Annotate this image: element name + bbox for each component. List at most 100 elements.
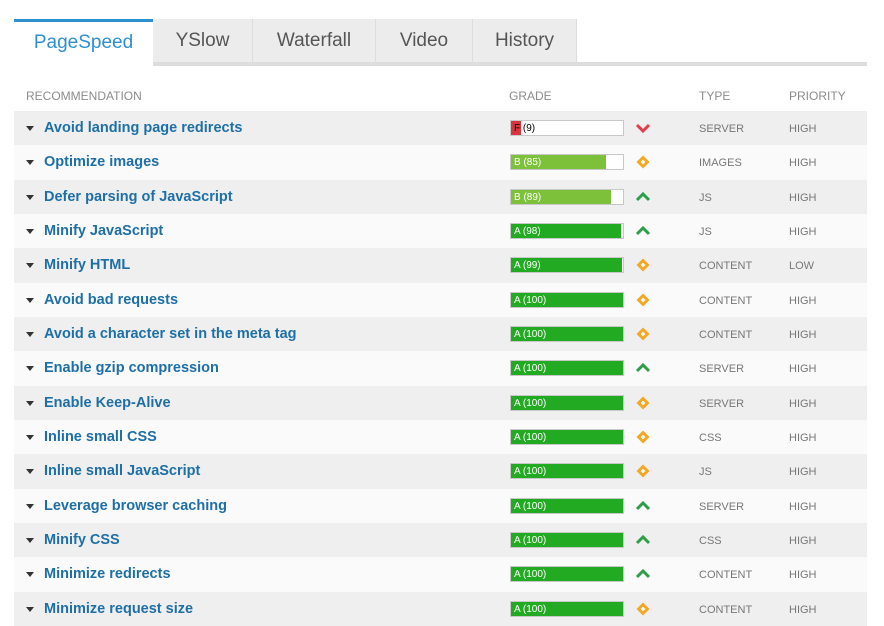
expand-caret-icon[interactable] [26, 572, 34, 578]
priority-cell: HIGH [789, 157, 817, 170]
diamond-icon [635, 395, 651, 411]
grade-bar: A (100) [510, 463, 624, 480]
table-row[interactable]: Minimize request size A (100) CONTENT HIGH [14, 591, 867, 626]
expand-caret-icon[interactable] [26, 194, 34, 200]
table-row[interactable]: Optimize images B (85) IMAGES HIGH [14, 145, 867, 180]
recommendation-link[interactable]: Minify CSS [44, 532, 120, 548]
table-row[interactable]: Inline small CSS A (100) CSS HIGH [14, 419, 867, 455]
table-row[interactable]: Avoid a character set in the meta tag A (… [14, 316, 867, 352]
grade-label: A (100) [514, 500, 547, 512]
recommendation-link[interactable]: Optimize images [44, 154, 159, 170]
grade-label: A (100) [514, 569, 547, 581]
priority-cell: HIGH [789, 603, 817, 616]
grade-bar: A (100) [510, 325, 624, 342]
recommendation-link[interactable]: Avoid a character set in the meta tag [44, 326, 297, 342]
type-cell: CONTENT [699, 603, 753, 616]
table-row[interactable]: Avoid bad requests A (100) CONTENT HIGH [14, 282, 867, 317]
table-row[interactable]: Minify CSS A (100) CSS HIGH [14, 522, 867, 558]
type-cell: CONTENT [699, 328, 753, 341]
expand-caret-icon[interactable] [26, 469, 34, 475]
recommendation-link[interactable]: Enable Keep-Alive [44, 395, 171, 411]
table-row[interactable]: Enable gzip compression A (100) SERVER HIGH [14, 351, 867, 386]
grade-bar: A (100) [510, 566, 624, 583]
type-cell: CONTENT [699, 260, 753, 273]
priority-cell: HIGH [789, 328, 817, 341]
expand-caret-icon[interactable] [26, 263, 34, 269]
grade-bar: A (100) [510, 531, 624, 548]
diamond-icon [635, 257, 651, 273]
table-header: RECOMMENDATION GRADE TYPE PRIORITY [14, 86, 867, 106]
recommendation-link[interactable]: Avoid bad requests [44, 292, 178, 308]
column-recommendation[interactable]: RECOMMENDATION [26, 89, 142, 103]
type-cell: SERVER [699, 363, 745, 376]
expand-caret-icon[interactable] [26, 297, 34, 303]
diamond-icon [635, 463, 651, 479]
grade-bar: A (100) [510, 291, 624, 308]
type-cell: CSS [699, 534, 722, 547]
grade-label: A (100) [514, 466, 547, 478]
recommendation-link[interactable]: Enable gzip compression [44, 360, 219, 376]
expand-caret-icon[interactable] [26, 228, 34, 234]
tab-video[interactable]: Video [376, 19, 473, 63]
type-cell: JS [699, 466, 712, 479]
priority-cell: HIGH [789, 191, 817, 204]
tab-waterfall[interactable]: Waterfall [253, 19, 376, 63]
grade-label: A (98) [514, 225, 541, 237]
recommendation-link[interactable]: Leverage browser caching [44, 498, 227, 514]
column-type[interactable]: TYPE [699, 89, 730, 103]
recommendation-link[interactable]: Minimize redirects [44, 566, 171, 582]
column-priority[interactable]: PRIORITY [789, 89, 846, 103]
grade-label: A (100) [514, 294, 547, 306]
table-row[interactable]: Defer parsing of JavaScript B (89) JS HIGH [14, 179, 867, 214]
table-row[interactable]: Minimize redirects A (100) CONTENT HIGH [14, 557, 867, 592]
grade-label: B (89) [514, 191, 542, 203]
recommendation-link[interactable]: Defer parsing of JavaScript [44, 189, 233, 205]
expand-caret-icon[interactable] [26, 606, 34, 612]
recommendation-table: Avoid landing page redirects F (9) SERVER H… [14, 111, 867, 626]
priority-cell: HIGH [789, 363, 817, 376]
expand-caret-icon[interactable] [26, 366, 34, 372]
expand-caret-icon[interactable] [26, 331, 34, 337]
recommendation-link[interactable]: Avoid landing page redirects [44, 120, 242, 136]
column-grade[interactable]: GRADE [509, 89, 552, 103]
expand-caret-icon[interactable] [26, 503, 34, 509]
type-cell: SERVER [699, 397, 745, 410]
priority-cell: HIGH [789, 466, 817, 479]
priority-cell: HIGH [789, 500, 817, 513]
up-chevron-icon [635, 189, 651, 205]
down-chevron-icon [635, 120, 651, 136]
priority-cell: HIGH [789, 431, 817, 444]
table-row[interactable]: Avoid landing page redirects F (9) SERVER H… [14, 111, 867, 146]
diamond-icon [635, 154, 651, 170]
priority-cell: HIGH [789, 294, 817, 307]
tab-yslow[interactable]: YSlow [153, 19, 253, 63]
recommendation-link[interactable]: Minimize request size [44, 601, 193, 617]
expand-caret-icon[interactable] [26, 434, 34, 440]
expand-caret-icon[interactable] [26, 400, 34, 406]
table-row[interactable]: Minify HTML A (99) CONTENT LOW [14, 248, 867, 283]
up-chevron-icon [635, 498, 651, 514]
expand-caret-icon[interactable] [26, 537, 34, 543]
recommendation-link[interactable]: Minify HTML [44, 257, 130, 273]
up-chevron-icon [635, 360, 651, 376]
recommendation-link[interactable]: Inline small CSS [44, 429, 157, 445]
table-row[interactable]: Enable Keep-Alive A (100) SERVER HIGH [14, 385, 867, 420]
grade-label: A (100) [514, 397, 547, 409]
table-row[interactable]: Inline small JavaScript A (100) JS HIGH [14, 454, 867, 489]
table-row[interactable]: Leverage browser caching A (100) SERVER HIG… [14, 488, 867, 523]
recommendation-link[interactable]: Minify JavaScript [44, 223, 163, 239]
up-chevron-icon [635, 566, 651, 582]
priority-cell: HIGH [789, 569, 817, 582]
tab-history[interactable]: History [473, 19, 577, 63]
table-row[interactable]: Minify JavaScript A (98) JS HIGH [14, 213, 867, 249]
priority-cell: LOW [789, 260, 815, 273]
expand-caret-icon[interactable] [26, 126, 34, 131]
tab-pagespeed[interactable]: PageSpeed [14, 19, 153, 63]
grade-label: F (9) [514, 123, 536, 134]
recommendation-link[interactable]: Inline small JavaScript [44, 463, 200, 479]
diamond-icon [635, 429, 651, 445]
expand-caret-icon[interactable] [26, 160, 34, 166]
grade-bar: A (98) [510, 222, 624, 239]
priority-cell: HIGH [789, 225, 817, 238]
up-chevron-icon [635, 532, 651, 548]
